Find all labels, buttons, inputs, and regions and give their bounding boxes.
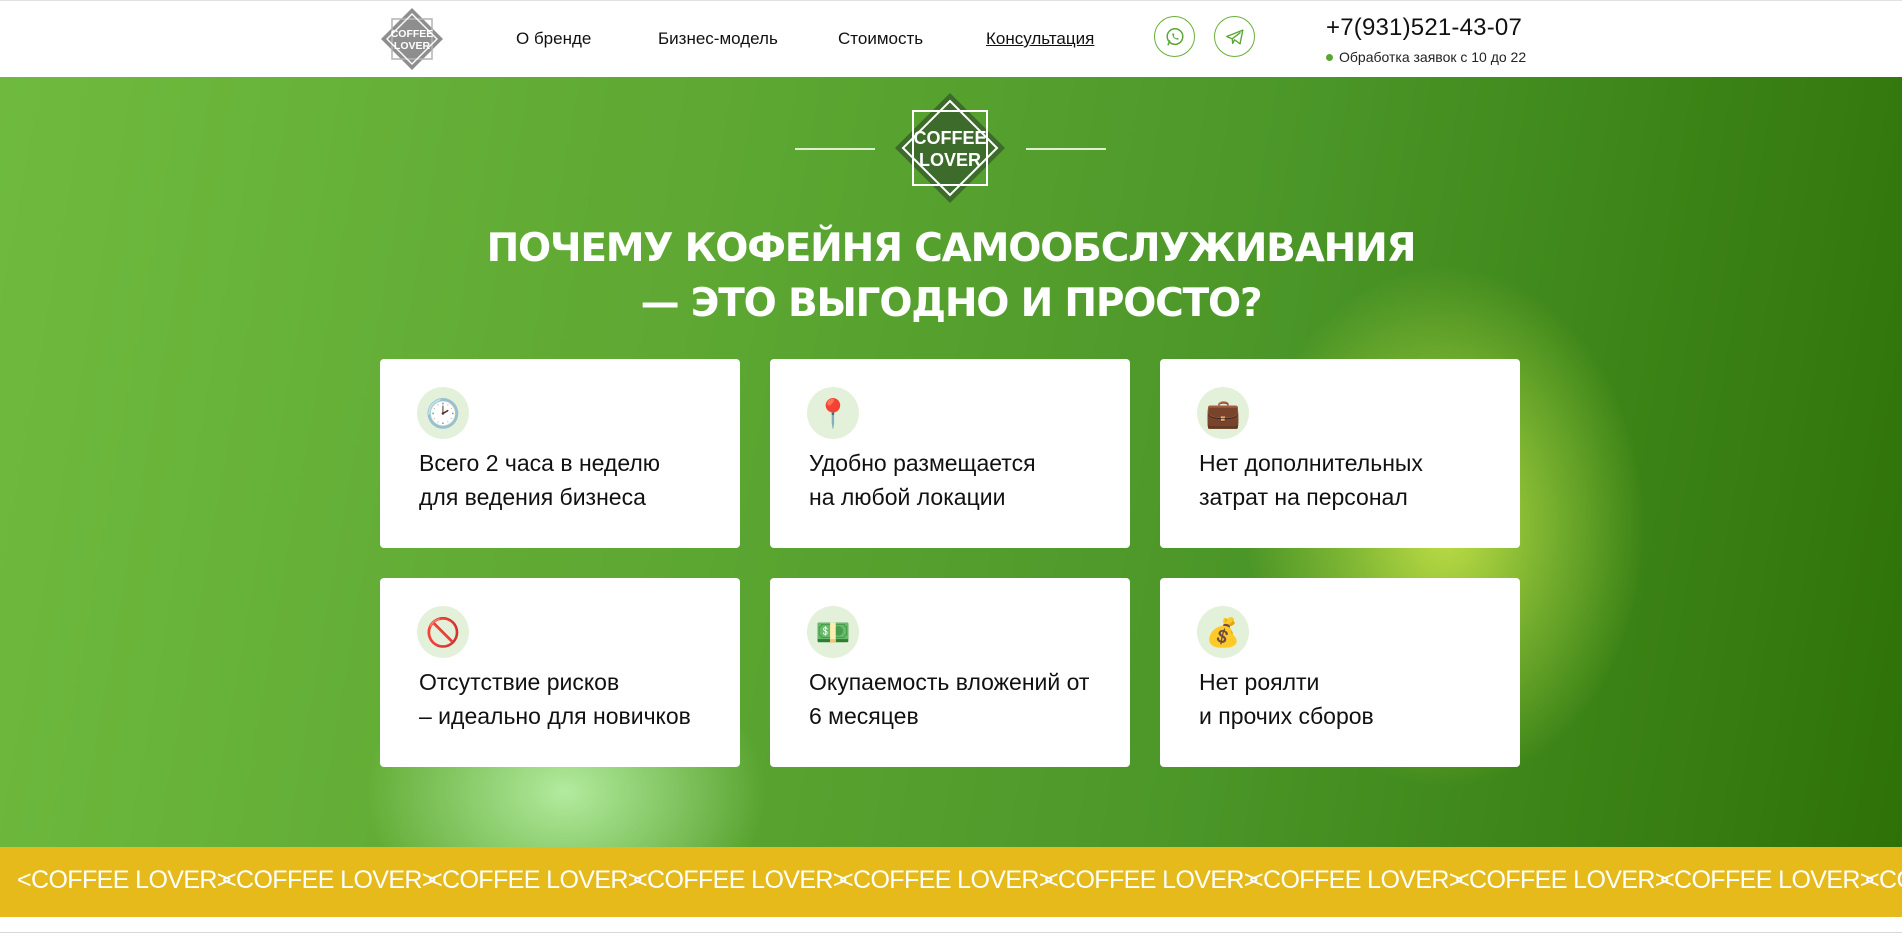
benefit-card-staff: 💼 Нет дополнительных затрат на персонал bbox=[1160, 359, 1520, 548]
benefit-line1: Нет дополнительных bbox=[1199, 450, 1423, 476]
marquee-item: <COFFEE LOVER> bbox=[1455, 866, 1669, 894]
clock-icon: 🕑 bbox=[417, 387, 469, 439]
marquee-item: <COFFEE LOVER> bbox=[1865, 866, 1902, 894]
marquee-item: <COFFEE LOVER> bbox=[839, 866, 1053, 894]
money-icon: 💵 bbox=[807, 606, 859, 658]
next-section-edge bbox=[0, 917, 1902, 933]
benefit-line2: для ведения бизнеса bbox=[419, 484, 646, 510]
hero-logo-text-bottom: LOVER bbox=[919, 150, 981, 170]
telegram-icon bbox=[1225, 28, 1243, 45]
marquee-item: <COFFEE LOVER> bbox=[1044, 866, 1258, 894]
benefit-card-payback: 💵 Окупаемость вложений от 6 месяцев bbox=[770, 578, 1130, 767]
benefit-line2: 6 месяцев bbox=[809, 703, 919, 729]
divider-right bbox=[1026, 148, 1106, 150]
telegram-button[interactable] bbox=[1214, 16, 1255, 57]
section-title-line2: — ЭТО ВЫГОДНО И ПРОСТО? bbox=[640, 281, 1263, 326]
briefcase-icon: 💼 bbox=[1197, 387, 1249, 439]
marquee-item: <COFFEE LOVER> bbox=[428, 866, 642, 894]
nav-link-pricing[interactable]: Стоимость bbox=[838, 29, 923, 49]
hero-logo: COFFEE LOVER bbox=[895, 93, 1005, 203]
money-bag-icon: 💰 bbox=[1197, 606, 1249, 658]
benefits-section: COFFEE LOVER ПОЧЕМУ КОФЕЙНЯ САМООБСЛУЖИВ… bbox=[0, 77, 1902, 847]
logo-text-bottom: LOVER bbox=[394, 40, 431, 52]
marquee-item: <COFFEE LOVER> bbox=[222, 866, 436, 894]
benefit-line1: Нет роялти bbox=[1199, 669, 1320, 695]
nav-link-consultation[interactable]: Консультация bbox=[986, 29, 1094, 49]
marquee-item: <COFFEE LOVER> bbox=[633, 866, 847, 894]
benefit-line1: Удобно размещается bbox=[809, 450, 1036, 476]
brand-marquee: <COFFEE LOVER> <COFFEE LOVER> <COFFEE LO… bbox=[0, 847, 1902, 917]
benefit-line1: Окупаемость вложений от bbox=[809, 669, 1090, 695]
benefit-card-text: Всего 2 часа в неделю для ведения бизнес… bbox=[419, 446, 729, 514]
benefit-card-text: Удобно размещается на любой локации bbox=[809, 446, 1119, 514]
marquee-item: <COFFEE LOVER> bbox=[1249, 866, 1463, 894]
benefit-line1: Всего 2 часа в неделю bbox=[419, 450, 661, 476]
benefit-card-text: Нет роялти и прочих сборов bbox=[1199, 665, 1509, 733]
nav-link-business-model[interactable]: Бизнес-модель bbox=[658, 29, 778, 49]
benefit-line2: и прочих сборов bbox=[1199, 703, 1374, 729]
benefit-card-royalty: 💰 Нет роялти и прочих сборов bbox=[1160, 578, 1520, 767]
divider-left bbox=[795, 148, 875, 150]
marquee-item: <COFFEE LOVER> bbox=[17, 866, 231, 894]
benefit-card-text: Нет дополнительных затрат на персонал bbox=[1199, 446, 1509, 514]
benefit-line2: на любой локации bbox=[809, 484, 1006, 510]
no-entry-icon: 🚫 bbox=[417, 606, 469, 658]
brand-logo[interactable]: COFFEE LOVER bbox=[380, 7, 444, 71]
benefit-line1: Отсутствие рисков bbox=[419, 669, 620, 695]
benefit-card-risks: 🚫 Отсутствие рисков – идеально для нович… bbox=[380, 578, 740, 767]
benefit-card-text: Отсутствие рисков – идеально для новичко… bbox=[419, 665, 729, 733]
logo-text-top: COFFEE bbox=[391, 28, 434, 40]
working-hours: Обработка заявок с 10 до 22 bbox=[1326, 49, 1526, 65]
section-title-line1: ПОЧЕМУ КОФЕЙНЯ САМООБСЛУЖИВАНИЯ bbox=[486, 226, 1417, 271]
benefit-card-text: Окупаемость вложений от 6 месяцев bbox=[809, 665, 1119, 733]
benefit-line2: затрат на персонал bbox=[1199, 484, 1408, 510]
hero-logo-text-top: COFFEE bbox=[913, 128, 986, 148]
pushpin-icon: 📍 bbox=[807, 387, 859, 439]
benefit-card-location: 📍 Удобно размещается на любой локации bbox=[770, 359, 1130, 548]
benefit-card-time: 🕑 Всего 2 часа в неделю для ведения бизн… bbox=[380, 359, 740, 548]
whatsapp-icon bbox=[1165, 27, 1184, 46]
status-dot bbox=[1326, 53, 1333, 61]
benefit-line2: – идеально для новичков bbox=[419, 703, 691, 729]
site-header: COFFEE LOVER О бренде Бизнес-модель Стои… bbox=[0, 0, 1902, 77]
nav-link-about[interactable]: О бренде bbox=[516, 29, 591, 49]
phone-number[interactable]: +7(931)521-43-07 bbox=[1326, 14, 1522, 42]
working-hours-text: Обработка заявок с 10 до 22 bbox=[1339, 49, 1527, 65]
whatsapp-button[interactable] bbox=[1154, 16, 1195, 57]
marquee-item: <COFFEE LOVER> bbox=[1660, 866, 1874, 894]
